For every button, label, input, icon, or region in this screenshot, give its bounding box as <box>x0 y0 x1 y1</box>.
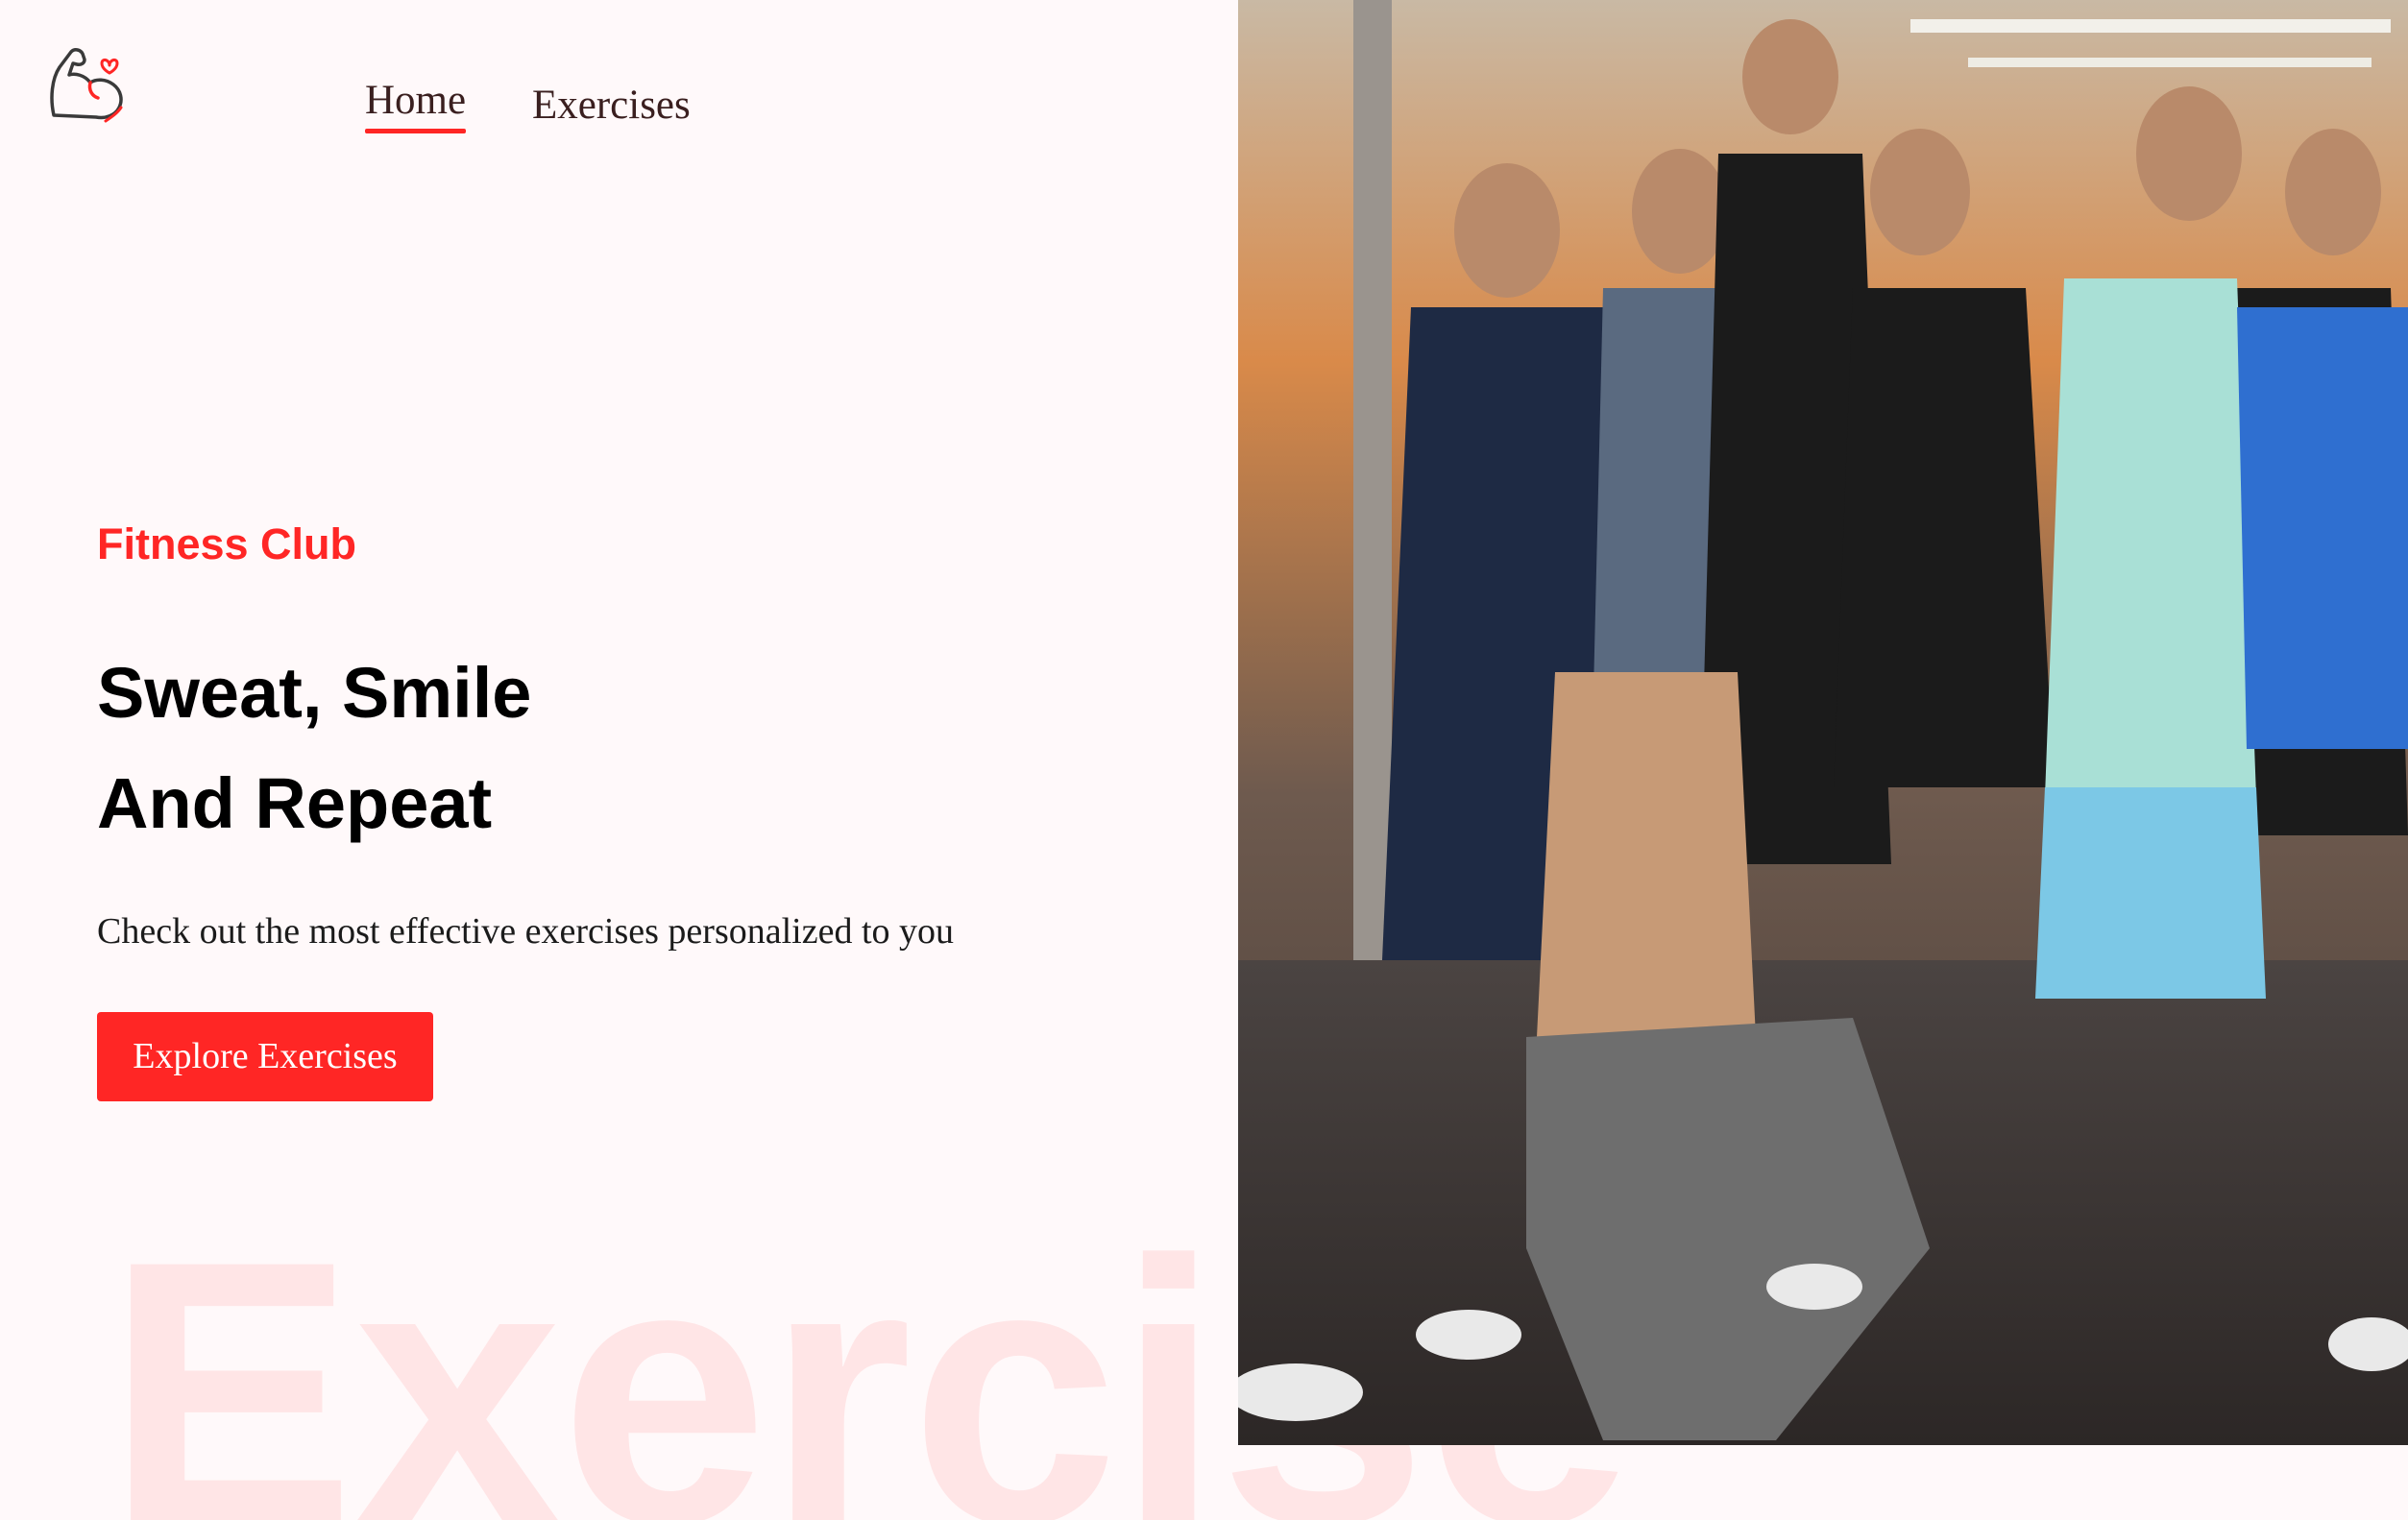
hero-subtitle: Check out the most effective exercises p… <box>97 911 954 952</box>
hero-title: Sweat, Smile And Repeat <box>97 638 1202 858</box>
hero-tagline: Fitness Club <box>97 519 357 568</box>
explore-exercises-button[interactable]: Explore Exercises <box>97 1012 433 1101</box>
nav-exercises-link[interactable]: Exercises <box>532 82 691 129</box>
hero-banner-image <box>1238 0 2408 1445</box>
nav-home-link[interactable]: Home <box>365 77 467 133</box>
logo-icon[interactable] <box>46 40 129 125</box>
gym-group-photo <box>1238 0 2408 1445</box>
hero-title-line-2: And Repeat <box>97 763 493 843</box>
hero-title-line-1: Sweat, Smile <box>97 653 532 733</box>
hero-section: Fitness Club Sweat, Smile And Repeat Che… <box>97 519 1202 1101</box>
